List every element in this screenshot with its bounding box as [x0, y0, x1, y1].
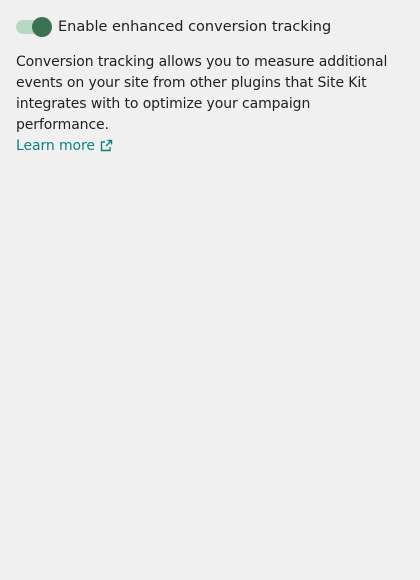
learn-more-link[interactable]: Learn more	[16, 138, 113, 154]
conversion-tracking-toggle[interactable]	[16, 16, 52, 38]
conversion-tracking-setting: Enable enhanced conversion tracking Conv…	[16, 16, 404, 159]
description-text: Conversion tracking allows you to measur…	[16, 54, 388, 133]
external-link-icon	[100, 138, 113, 159]
description-paragraph: Conversion tracking allows you to measur…	[16, 52, 404, 159]
toggle-row: Enable enhanced conversion tracking	[16, 16, 404, 38]
toggle-thumb	[32, 17, 52, 37]
toggle-label: Enable enhanced conversion tracking	[58, 19, 332, 35]
learn-more-label: Learn more	[16, 138, 95, 154]
